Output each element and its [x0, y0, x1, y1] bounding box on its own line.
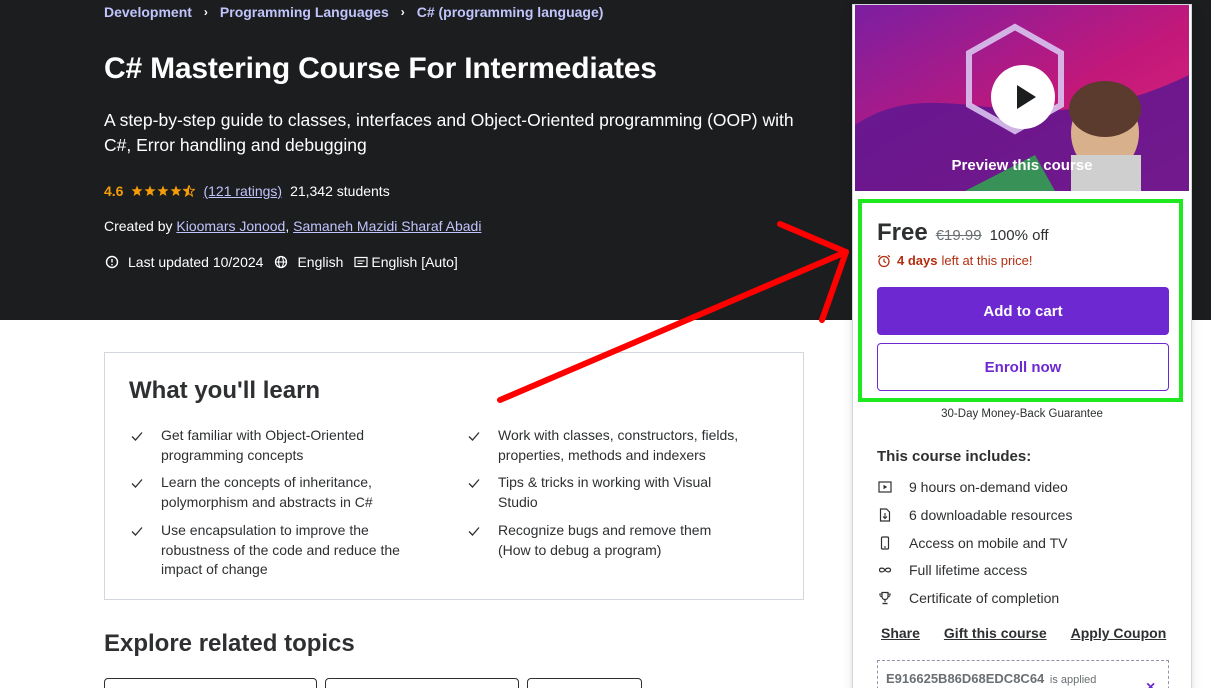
includes-item: 9 hours on-demand video	[877, 479, 1068, 495]
remove-coupon-close-icon[interactable]: ×	[1146, 679, 1155, 688]
star-full-icon	[170, 185, 182, 196]
video-icon	[877, 479, 893, 495]
check-icon	[468, 479, 480, 488]
created-by: Created by Kioomars Jonood, Samaneh Mazi…	[104, 218, 481, 234]
coupon-code-row: E916625B86D68EDC8C64 is applied	[886, 671, 1096, 686]
coupon-code: E916625B86D68EDC8C64	[886, 671, 1045, 686]
rating-row: 4.6 (121 ratings) 21,342 students	[104, 183, 390, 199]
breadcrumb-programming-languages[interactable]: Programming Languages	[220, 4, 389, 20]
learn-item: Recognize bugs and remove them (How to d…	[466, 521, 746, 560]
what-you-learn-title: What you'll learn	[129, 377, 321, 404]
course-preview[interactable]: Preview this course	[855, 5, 1189, 191]
ratings-count-link[interactable]: (121 ratings)	[203, 183, 282, 199]
enroll-now-button[interactable]: Enroll now	[877, 343, 1169, 391]
purchase-sidebar: Preview this course Free €19.99 100% off…	[852, 4, 1192, 688]
timer-text: left at this price!	[941, 253, 1033, 268]
includes-item-text: Access on mobile and TV	[909, 535, 1068, 551]
course-captions: English [Auto]	[353, 254, 458, 270]
includes-item-text: Certificate of completion	[909, 590, 1060, 606]
file-download-icon	[877, 507, 893, 523]
instructor-link-1[interactable]: Kioomars Jonood	[176, 218, 285, 234]
related-topic-pill[interactable]	[325, 678, 519, 688]
breadcrumb: Development › Programming Languages › C#…	[104, 4, 603, 20]
learn-item: Get familiar with Object-Oriented progra…	[129, 426, 409, 465]
language-text: English	[297, 254, 344, 270]
includes-item: Full lifetime access	[877, 562, 1027, 578]
breadcrumb-separator: ›	[400, 5, 405, 19]
money-back-guarantee: 30-Day Money-Back Guarantee	[941, 408, 1103, 420]
alarm-clock-icon	[877, 254, 891, 267]
breadcrumb-csharp[interactable]: C# (programming language)	[417, 4, 604, 20]
instructor-separator: ,	[285, 218, 290, 234]
last-updated-text: Last updated 10/2024	[128, 254, 264, 270]
learn-item: Tips & tricks in working with Visual Stu…	[466, 473, 746, 512]
price-row: Free €19.99 100% off	[877, 219, 1049, 247]
coupon-applied-note: is applied	[1049, 674, 1097, 686]
check-icon	[131, 479, 143, 488]
includes-item: Certificate of completion	[877, 590, 1059, 606]
learn-item-text: Get familiar with Object-Oriented progra…	[161, 427, 365, 463]
star-half-icon	[183, 185, 196, 197]
play-icon	[1017, 85, 1036, 109]
includes-title: This course includes:	[877, 448, 1032, 465]
discount-percent: 100% off	[989, 227, 1049, 244]
includes-item-text: Full lifetime access	[909, 562, 1028, 578]
includes-item: Access on mobile and TV	[877, 535, 1068, 551]
captions-text: English [Auto]	[371, 254, 458, 270]
check-icon	[131, 432, 143, 441]
preview-course-label: Preview this course	[951, 157, 1093, 174]
captions-icon	[353, 254, 369, 270]
sidebar-actions: Share Gift this course Apply Coupon	[881, 625, 1190, 641]
share-link[interactable]: Share	[881, 625, 920, 641]
learn-item-text: Work with classes, constructors, fields,…	[498, 427, 739, 463]
discount-timer: 4 days left at this price!	[877, 253, 1033, 268]
related-topic-pill[interactable]	[527, 678, 642, 688]
related-topic-pill[interactable]	[104, 678, 317, 688]
students-count: 21,342 students	[290, 183, 390, 199]
learn-item: Use encapsulation to improve the robustn…	[129, 521, 409, 580]
apply-coupon-link[interactable]: Apply Coupon	[1071, 625, 1167, 641]
what-you-learn-box: What you'll learn Get familiar with Obje…	[104, 352, 804, 600]
includes-item: 6 downloadable resources	[877, 507, 1072, 523]
gift-course-link[interactable]: Gift this course	[944, 625, 1047, 641]
infinity-icon	[877, 562, 893, 578]
star-full-icon	[157, 185, 169, 196]
learn-item: Learn the concepts of inheritance, polym…	[129, 473, 409, 512]
rating-stars	[131, 185, 196, 197]
last-updated: Last updated 10/2024	[104, 254, 263, 270]
created-by-label: Created by	[104, 218, 173, 234]
timer-days: 4 days	[897, 253, 938, 268]
instructor-link-2[interactable]: Samaneh Mazidi Sharaf Abadi	[293, 218, 481, 234]
includes-item-text: 9 hours on-demand video	[909, 479, 1068, 495]
alert-badge-icon	[104, 254, 120, 270]
breadcrumb-development[interactable]: Development	[104, 4, 192, 20]
learn-item-text: Learn the concepts of inheritance, polym…	[161, 474, 373, 510]
current-price: Free	[877, 219, 928, 246]
applied-coupon: E916625B86D68EDC8C64 is applied ×	[877, 660, 1169, 688]
globe-icon	[273, 254, 289, 270]
course-language: English	[273, 254, 343, 270]
check-icon	[468, 527, 480, 536]
course-subtitle: A step-by-step guide to classes, interfa…	[104, 110, 794, 155]
check-icon	[468, 432, 480, 441]
original-price: €19.99	[935, 227, 982, 244]
trophy-icon	[877, 590, 893, 606]
breadcrumb-separator: ›	[203, 5, 208, 19]
add-to-cart-button[interactable]: Add to cart	[877, 287, 1169, 335]
learn-item: Work with classes, constructors, fields,…	[466, 426, 746, 465]
course-meta: Last updated 10/2024 English English [Au…	[104, 254, 468, 270]
learn-item-text: Tips & tricks in working with Visual Stu…	[498, 474, 712, 510]
course-title: C# Mastering Course For Intermediates	[104, 52, 657, 85]
star-full-icon	[131, 185, 143, 196]
star-full-icon	[144, 185, 156, 196]
learn-item-text: Use encapsulation to improve the robustn…	[161, 522, 400, 577]
play-button[interactable]	[991, 65, 1055, 129]
includes-item-text: 6 downloadable resources	[909, 507, 1073, 523]
explore-related-title: Explore related topics	[104, 630, 355, 657]
learn-item-text: Recognize bugs and remove them (How to d…	[498, 522, 712, 558]
mobile-icon	[877, 535, 893, 551]
check-icon	[131, 527, 143, 536]
rating-value: 4.6	[104, 183, 124, 199]
